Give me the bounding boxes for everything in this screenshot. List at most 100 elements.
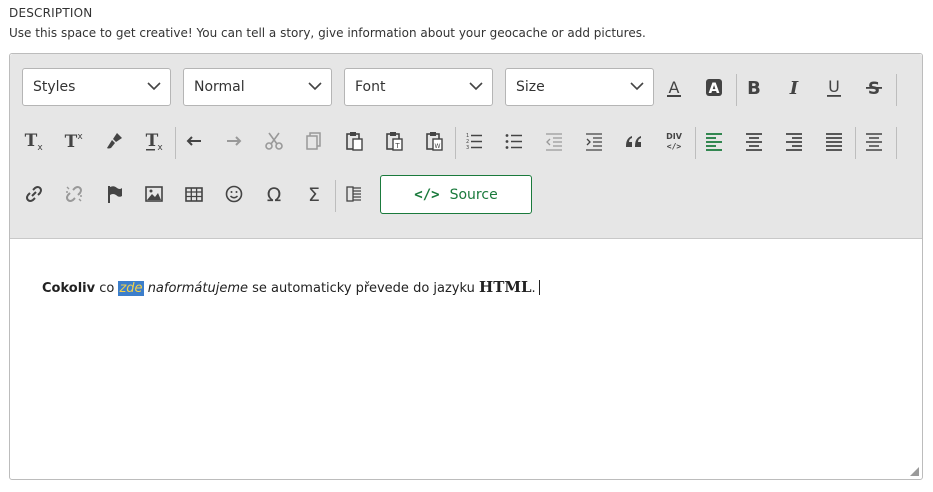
svg-text:x: x xyxy=(157,143,163,152)
align-center-button[interactable] xyxy=(739,126,769,156)
math-formula-button[interactable]: Σ xyxy=(299,179,329,209)
strikethrough-button[interactable]: S xyxy=(859,73,889,103)
chevron-down-icon xyxy=(147,82,161,91)
horizontal-line-button[interactable] xyxy=(859,126,889,156)
align-center-icon xyxy=(746,133,762,151)
background-color-button[interactable]: A xyxy=(699,73,729,103)
superscript-button[interactable]: Tx xyxy=(59,126,89,156)
decrease-indent-button[interactable] xyxy=(539,126,569,156)
bold-serif-text: HTML xyxy=(479,278,532,296)
format-dropdown[interactable]: Normal xyxy=(183,68,332,106)
emoji-button[interactable] xyxy=(219,179,249,209)
chevron-down-icon xyxy=(308,82,322,91)
source-button[interactable]: </> Source xyxy=(380,175,532,214)
table-button[interactable] xyxy=(179,179,209,209)
quote-icon xyxy=(626,136,641,147)
resize-handle-icon[interactable] xyxy=(910,467,919,476)
bold-icon: B xyxy=(747,78,761,99)
toolbar-separator xyxy=(896,127,897,159)
paste-button[interactable] xyxy=(339,126,369,156)
clear-format-icon: Tx xyxy=(25,131,44,152)
toolbar-separator xyxy=(855,127,856,159)
horizontal-rule-icon xyxy=(866,133,882,151)
italic-button[interactable]: I xyxy=(779,73,809,103)
code-icon: </> xyxy=(414,186,440,203)
styles-dropdown[interactable]: Styles xyxy=(22,68,171,106)
toolbar-separator xyxy=(695,127,696,159)
text-color-button[interactable]: A xyxy=(659,73,689,103)
content-text: co xyxy=(95,281,119,296)
cut-button[interactable] xyxy=(259,126,289,156)
image-button[interactable] xyxy=(139,179,169,209)
sigma-icon: Σ xyxy=(308,184,320,205)
chevron-down-icon xyxy=(469,82,483,91)
svg-text:B: B xyxy=(747,78,761,99)
content-text: se automaticky převede do jazyku xyxy=(248,281,480,296)
content-word: Cokoliv xyxy=(42,281,96,296)
toolbar-separator xyxy=(896,74,897,106)
paste-word-icon: W xyxy=(426,132,443,151)
font-dropdown[interactable]: Font xyxy=(344,68,493,106)
italic-icon: I xyxy=(789,78,799,99)
toolbar-separator xyxy=(736,74,737,106)
copy-formatting-button[interactable] xyxy=(99,126,129,156)
svg-text:T: T xyxy=(394,142,400,150)
smiley-icon xyxy=(225,185,243,203)
svg-text:S: S xyxy=(868,79,880,99)
unlink-button[interactable] xyxy=(59,179,89,209)
paintbrush-icon xyxy=(107,133,122,149)
text-color-icon: A xyxy=(667,78,681,97)
numbered-list-button[interactable]: 123 xyxy=(459,126,489,156)
bulleted-list-button[interactable] xyxy=(499,126,529,156)
svg-text:U: U xyxy=(828,77,840,96)
unlink-icon xyxy=(66,186,82,202)
toolbar-separator xyxy=(175,127,176,159)
svg-text:A: A xyxy=(709,81,720,97)
text-cursor xyxy=(538,280,540,295)
svg-text:W: W xyxy=(435,143,441,150)
redo-button[interactable] xyxy=(219,126,249,156)
create-div-button[interactable]: DIV </> xyxy=(659,126,689,156)
editor-content-area[interactable]: Cokoliv co zde naformátujeme se automati… xyxy=(42,278,540,296)
link-icon xyxy=(26,186,42,202)
styles-dropdown-label: Styles xyxy=(33,79,76,95)
align-left-button[interactable] xyxy=(699,126,729,156)
special-character-button[interactable]: Ω xyxy=(259,179,289,209)
copy-button[interactable] xyxy=(299,126,329,156)
paste-text-button[interactable]: T xyxy=(379,126,409,156)
bold-button[interactable]: B xyxy=(739,73,769,103)
size-dropdown[interactable]: Size xyxy=(505,68,654,106)
omega-icon: Ω xyxy=(267,184,282,205)
blockquote-button[interactable] xyxy=(619,126,649,156)
align-right-button[interactable] xyxy=(779,126,809,156)
outdent-icon xyxy=(546,133,562,151)
link-button[interactable] xyxy=(19,179,49,209)
italic-text: naformátujeme xyxy=(147,281,249,296)
source-button-label: Source xyxy=(449,186,498,203)
align-left-icon xyxy=(706,133,722,151)
paste-text-icon: T xyxy=(386,132,403,151)
increase-indent-button[interactable] xyxy=(579,126,609,156)
align-right-icon xyxy=(786,133,802,151)
anchor-button[interactable] xyxy=(99,179,129,209)
paste-from-word-button[interactable]: W xyxy=(419,126,449,156)
size-dropdown-label: Size xyxy=(516,79,545,95)
svg-text:I: I xyxy=(789,78,799,99)
copy-icon xyxy=(306,132,321,150)
div-container-icon: DIV </> xyxy=(666,132,683,151)
chevron-down-icon xyxy=(630,82,644,91)
superscript-icon: Tx xyxy=(65,132,84,152)
underline-icon: U xyxy=(827,77,841,97)
svg-text:x: x xyxy=(37,143,43,152)
remove-format-button[interactable]: Tx xyxy=(19,126,49,156)
justify-button[interactable] xyxy=(819,126,849,156)
image-icon xyxy=(145,186,163,202)
flag-icon xyxy=(108,186,122,203)
show-blocks-icon xyxy=(346,186,361,202)
clear-formatting-button[interactable]: Tx xyxy=(139,126,169,156)
show-blocks-button[interactable] xyxy=(339,179,369,209)
underline-button[interactable]: U xyxy=(819,73,849,103)
div-icon-bottom: </> xyxy=(667,142,682,151)
font-dropdown-label: Font xyxy=(355,79,386,95)
undo-button[interactable] xyxy=(179,126,209,156)
